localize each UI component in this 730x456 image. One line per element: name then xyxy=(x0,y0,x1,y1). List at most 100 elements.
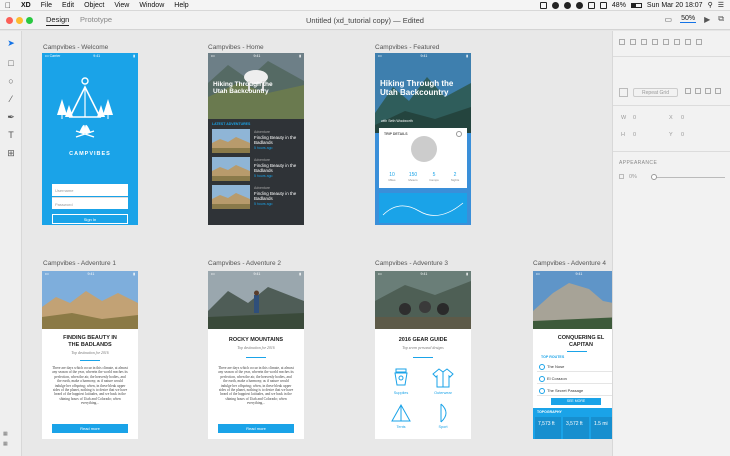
clock[interactable]: Sun Mar 20 18:07 xyxy=(647,2,703,9)
menu-edit[interactable]: Edit xyxy=(57,2,79,9)
distribute-icon[interactable] xyxy=(685,39,691,45)
bow-icon xyxy=(440,403,447,423)
opacity-slider[interactable] xyxy=(655,177,725,178)
y-field[interactable]: 0 xyxy=(681,132,684,138)
username-field[interactable]: Username xyxy=(52,184,128,196)
gear-supplies[interactable]: Supplies xyxy=(387,367,415,395)
artboard-adventure-2[interactable]: ••• 9:41 ▮ ROCKY MOUNTAINS Top destination… xyxy=(208,271,304,439)
height-field[interactable]: 0 xyxy=(633,132,636,138)
x-field[interactable]: 0 xyxy=(681,115,684,121)
artboard-adventure-1[interactable]: ••• 9:41 ▮ FINDING BEAUTY IN THE BADLANDS … xyxy=(42,271,138,439)
share-icon[interactable]: ⧉ xyxy=(718,14,724,24)
route-item[interactable]: El Corazon xyxy=(537,373,612,384)
battery-icon[interactable] xyxy=(630,2,642,8)
skype-icon[interactable] xyxy=(551,1,559,9)
gear-outerwear[interactable]: Outerwear xyxy=(429,367,457,395)
read-more-button[interactable]: Read more xyxy=(218,424,294,433)
layers-icon[interactable]: ▦ xyxy=(3,431,8,437)
artboard-featured[interactable]: ••• 9:41 ▮ Hiking Through the Utah Backcou… xyxy=(375,53,471,225)
see-more-button[interactable]: SEE MORE xyxy=(551,398,601,405)
author-byline: with Seth Woolworth xyxy=(381,119,413,123)
phone-status-bar: •••9:41▮ xyxy=(211,54,301,58)
artboard-label[interactable]: Campvibes - Featured xyxy=(375,44,439,51)
menu-list-icon[interactable]: ☰ xyxy=(718,1,724,9)
zoom-input[interactable]: 50% xyxy=(680,15,697,23)
item-time: 5 hours ago xyxy=(254,202,273,206)
align-middle-icon[interactable] xyxy=(630,39,636,45)
artboard-home[interactable]: ••• 9:41 ▮ Hiking Through the Utah Backcou… xyxy=(208,53,304,225)
y-label: Y xyxy=(669,132,673,138)
search-icon[interactable]: ⚲ xyxy=(708,1,713,9)
design-canvas[interactable]: Campvibes - Welcome Campvibes - Home Cam… xyxy=(22,31,612,456)
artboard-label[interactable]: Campvibes - Home xyxy=(208,44,264,51)
password-field[interactable]: Password xyxy=(52,197,128,209)
volume-icon[interactable] xyxy=(599,1,607,9)
list-item[interactable]: Adventure Finding Beauty in the Badlands… xyxy=(212,157,300,181)
ellipse-tool-icon[interactable]: ○ xyxy=(5,75,17,87)
menu-view[interactable]: View xyxy=(109,2,134,9)
align-top-icon[interactable] xyxy=(619,39,625,45)
sign-in-button[interactable]: Sign In xyxy=(52,214,128,224)
align-center-icon[interactable] xyxy=(663,39,669,45)
align-left-icon[interactable] xyxy=(652,39,658,45)
align-right-icon[interactable] xyxy=(674,39,680,45)
menu-xd[interactable]: XD xyxy=(16,2,36,9)
route-item[interactable]: The Secret Passage xyxy=(537,385,612,396)
gear-tents[interactable]: Tents xyxy=(387,403,415,429)
article-body: There are days which occur in this clima… xyxy=(218,366,294,406)
artboard-welcome[interactable]: ••• Carrier 9:41 ▮ CAMPVIBES Username Pass… xyxy=(42,53,138,225)
distribute-icon[interactable] xyxy=(696,39,702,45)
symbols-icon[interactable]: ▦ xyxy=(3,441,8,447)
menu-object[interactable]: Object xyxy=(79,2,109,9)
text-tool-icon[interactable]: T xyxy=(5,129,17,141)
menu-window[interactable]: Window xyxy=(134,2,169,9)
line-tool-icon[interactable]: ⁄ xyxy=(5,93,17,105)
artboard-label[interactable]: Campvibes - Adventure 4 xyxy=(533,260,606,267)
mask-icon[interactable] xyxy=(619,88,628,97)
wifi-icon[interactable] xyxy=(587,1,595,9)
gear-label: Outerwear xyxy=(434,391,452,395)
align-bottom-icon[interactable] xyxy=(641,39,647,45)
artboard-label[interactable]: Campvibes - Adventure 3 xyxy=(375,260,448,267)
stat-meters: 150 Meters xyxy=(408,172,418,182)
status-app-icon[interactable] xyxy=(575,1,583,9)
artboard-adventure-4[interactable]: •••9:41▮ CONQUERING EL CAPITAN TOP ROUTE… xyxy=(533,271,612,439)
menu-help[interactable]: Help xyxy=(169,2,193,9)
select-tool-icon[interactable]: ➤ xyxy=(5,37,17,49)
item-category: Adventure xyxy=(254,158,270,162)
item-title: Finding Beauty in the Badlands xyxy=(254,191,297,201)
repeat-grid-button[interactable]: Repeat Grid xyxy=(633,88,678,97)
menu-file[interactable]: File xyxy=(36,2,57,9)
artboard-label[interactable]: Campvibes - Welcome xyxy=(43,44,108,51)
list-item[interactable]: Adventure Finding Beauty in the Badlands… xyxy=(212,185,300,209)
list-item[interactable]: Adventure Finding Beauty in the Badlands… xyxy=(212,129,300,153)
exclude-shape-icon[interactable] xyxy=(715,88,721,94)
rectangle-tool-icon[interactable]: □ xyxy=(5,57,17,69)
subtract-shape-icon[interactable] xyxy=(695,88,701,94)
play-preview-icon[interactable]: ▶ xyxy=(704,15,710,24)
status-app-icon[interactable] xyxy=(563,1,571,9)
artboard-label[interactable]: Campvibes - Adventure 2 xyxy=(208,260,281,267)
read-more-button[interactable]: Read more xyxy=(52,424,128,433)
route-item[interactable]: The Nose xyxy=(537,361,612,372)
width-label: W xyxy=(621,115,627,121)
stat-tile: 7,573 ft xyxy=(535,417,561,439)
opacity-slider-handle[interactable] xyxy=(651,174,657,180)
apple-icon[interactable]:  xyxy=(0,1,16,10)
gear-sport[interactable]: Sport xyxy=(429,403,457,429)
badlands-photo xyxy=(42,271,138,329)
pen-tool-icon[interactable]: ✒ xyxy=(5,111,17,123)
artboard-adventure-3[interactable]: ••• 9:41 ▮ 2016 GEAR GUIDE Top seven perso… xyxy=(375,271,471,439)
status-app-icon[interactable] xyxy=(539,1,547,9)
intersect-shape-icon[interactable] xyxy=(705,88,711,94)
avatar xyxy=(411,136,437,162)
opacity-icon xyxy=(619,174,624,179)
mobile-preview-icon[interactable]: ▭ xyxy=(665,15,673,24)
add-shape-icon[interactable] xyxy=(685,88,691,94)
artboard-tool-icon[interactable]: ⊞ xyxy=(5,147,17,159)
brand-name: CAMPVIBES xyxy=(69,151,111,157)
artboard-label[interactable]: Campvibes - Adventure 1 xyxy=(43,260,116,267)
width-field[interactable]: 0 xyxy=(633,115,636,121)
opacity-field[interactable]: 0% xyxy=(629,174,637,180)
item-time: 5 hours ago xyxy=(254,146,273,150)
